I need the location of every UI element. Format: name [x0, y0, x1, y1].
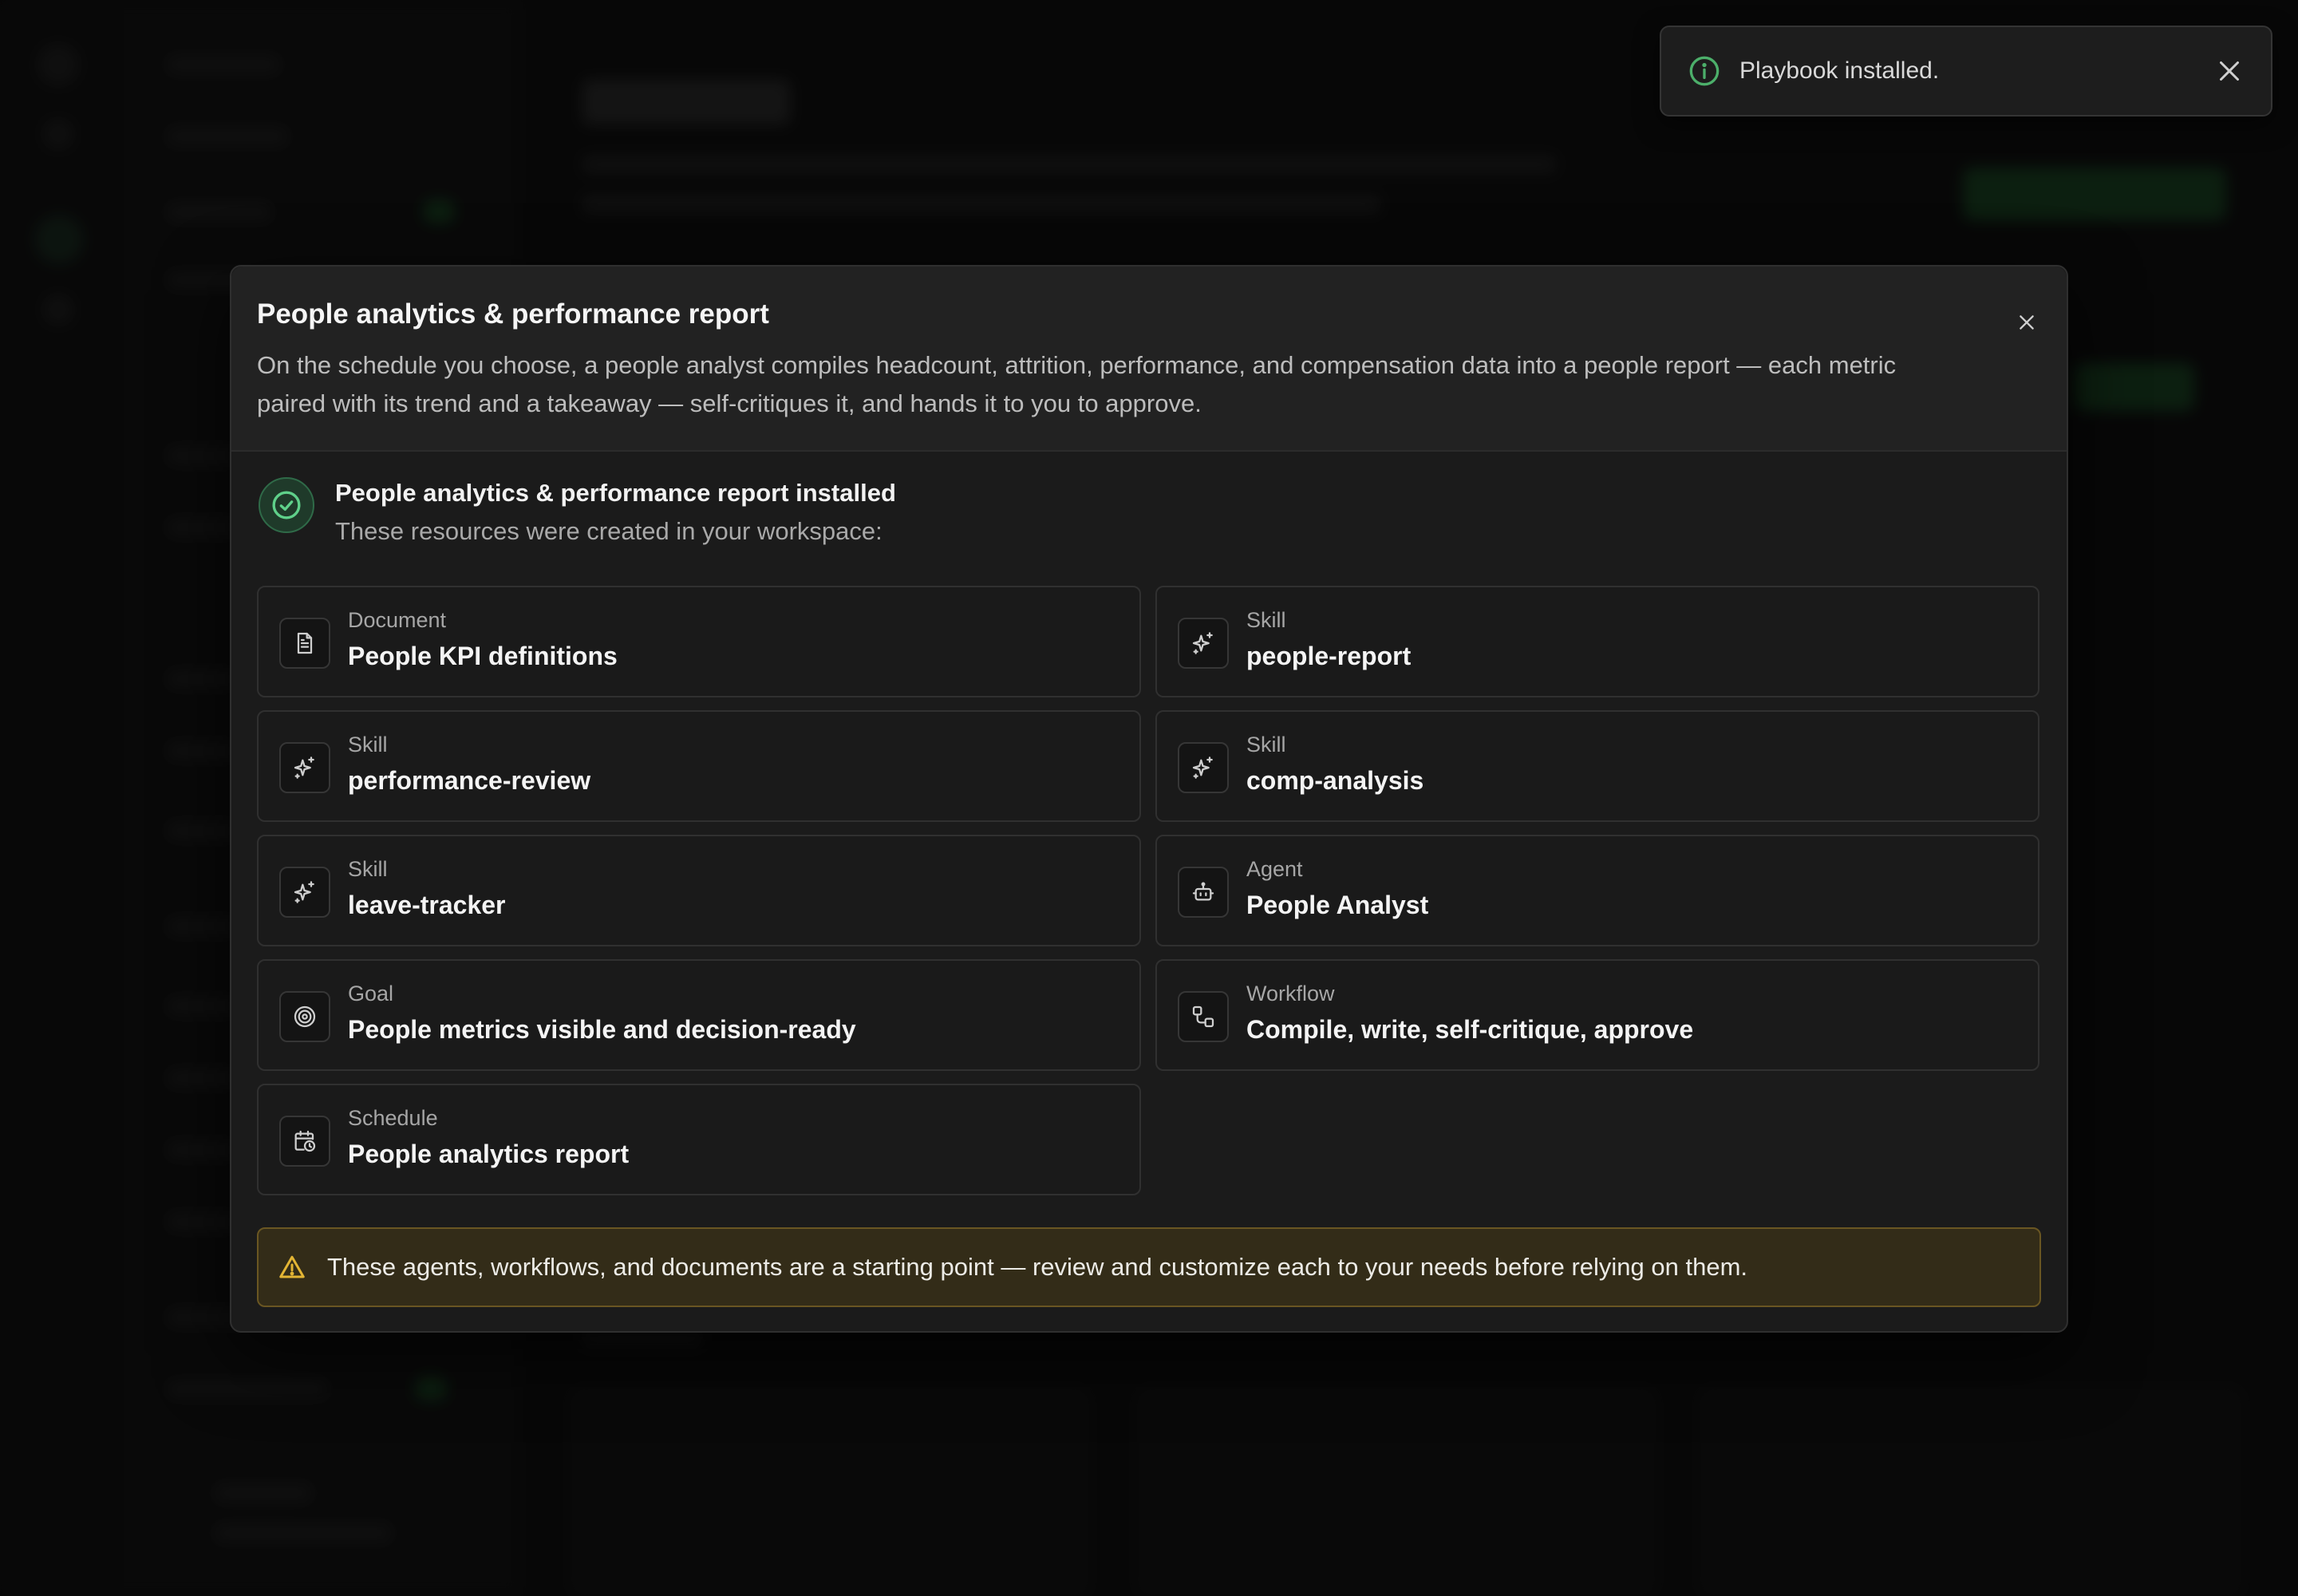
dialog-header: People analytics & performance report On…	[231, 267, 2067, 452]
resource-card-goal[interactable]: Goal People metrics visible and decision…	[257, 959, 1141, 1071]
target-icon	[294, 1005, 316, 1028]
resource-name: People KPI definitions	[348, 642, 618, 670]
dialog-description: On the schedule you choose, a people ana…	[257, 351, 1897, 417]
resource-card-agent[interactable]: Agent People Analyst	[1155, 835, 2039, 946]
check-circle-icon	[272, 491, 301, 519]
warning-text: These agents, workflows, and documents a…	[327, 1253, 1748, 1281]
resource-name: Compile, write, self-critique, approve	[1246, 1015, 1694, 1044]
playbook-installed-dialog: People analytics & performance report On…	[230, 265, 2068, 1333]
resource-name: leave-tracker	[348, 891, 506, 919]
resource-type: Skill	[1246, 733, 1286, 757]
resource-type: Skill	[1246, 608, 1286, 632]
resource-card-document[interactable]: Document People KPI definitions	[257, 586, 1141, 697]
resource-type: Schedule	[348, 1106, 438, 1130]
close-icon	[2020, 315, 2034, 330]
resource-card-schedule[interactable]: Schedule People analytics report	[257, 1084, 1141, 1195]
warning-icon	[279, 1255, 305, 1278]
resource-card-workflow[interactable]: Workflow Compile, write, self-critique, …	[1155, 959, 2039, 1071]
resource-name: people-report	[1246, 642, 1412, 670]
resource-card-skill[interactable]: Skill comp-analysis	[1155, 710, 2039, 822]
resource-icon-box	[1178, 991, 1229, 1042]
resource-type: Goal	[348, 982, 394, 1005]
resource-name: People metrics visible and decision-read…	[348, 1015, 856, 1044]
resource-type: Document	[348, 608, 447, 632]
resource-icon-box	[1178, 618, 1229, 669]
close-icon[interactable]	[2215, 57, 2244, 85]
close-dialog-button[interactable]	[2008, 303, 2046, 342]
success-subtitle: These resources were created in your wor…	[335, 517, 882, 545]
resource-card-skill[interactable]: Skill people-report	[1155, 586, 2039, 697]
resource-icon-box	[1178, 742, 1229, 793]
sparkle-icon	[1192, 757, 1213, 779]
document-icon	[297, 632, 313, 654]
sparkle-icon	[1192, 632, 1213, 654]
calendar-clock-icon	[294, 1130, 316, 1152]
resource-type: Skill	[348, 857, 388, 881]
resource-type: Agent	[1246, 857, 1303, 881]
toast-message: Playbook installed.	[1739, 57, 1940, 84]
resource-icon-box	[1178, 867, 1229, 918]
resource-card-skill[interactable]: Skill leave-tracker	[257, 835, 1141, 946]
resource-icon-box	[279, 742, 330, 793]
dialog-title: People analytics & performance report	[257, 298, 769, 330]
resource-icon-box	[279, 618, 330, 669]
resource-card-skill[interactable]: Skill performance-review	[257, 710, 1141, 822]
sparkle-icon	[294, 757, 314, 779]
resource-icon-box	[279, 867, 330, 918]
resource-name: performance-review	[348, 766, 591, 795]
resource-name: People Analyst	[1246, 891, 1429, 919]
resource-icon-box	[279, 991, 330, 1042]
success-badge	[259, 477, 314, 533]
resource-name: comp-analysis	[1246, 766, 1424, 795]
sparkle-icon	[294, 881, 314, 903]
disclaimer-warning: These agents, workflows, and documents a…	[257, 1227, 2041, 1307]
robot-icon	[1192, 882, 1214, 901]
success-title: People analytics & performance report in…	[335, 479, 896, 507]
resource-type: Skill	[348, 733, 388, 757]
resource-type: Workflow	[1246, 982, 1335, 1005]
info-icon	[1689, 56, 1720, 86]
resource-icon-box	[279, 1116, 330, 1167]
workflow-icon	[1192, 1005, 1214, 1028]
toast-notification: Playbook installed.	[1660, 26, 2272, 117]
resource-name: People analytics report	[348, 1140, 630, 1168]
